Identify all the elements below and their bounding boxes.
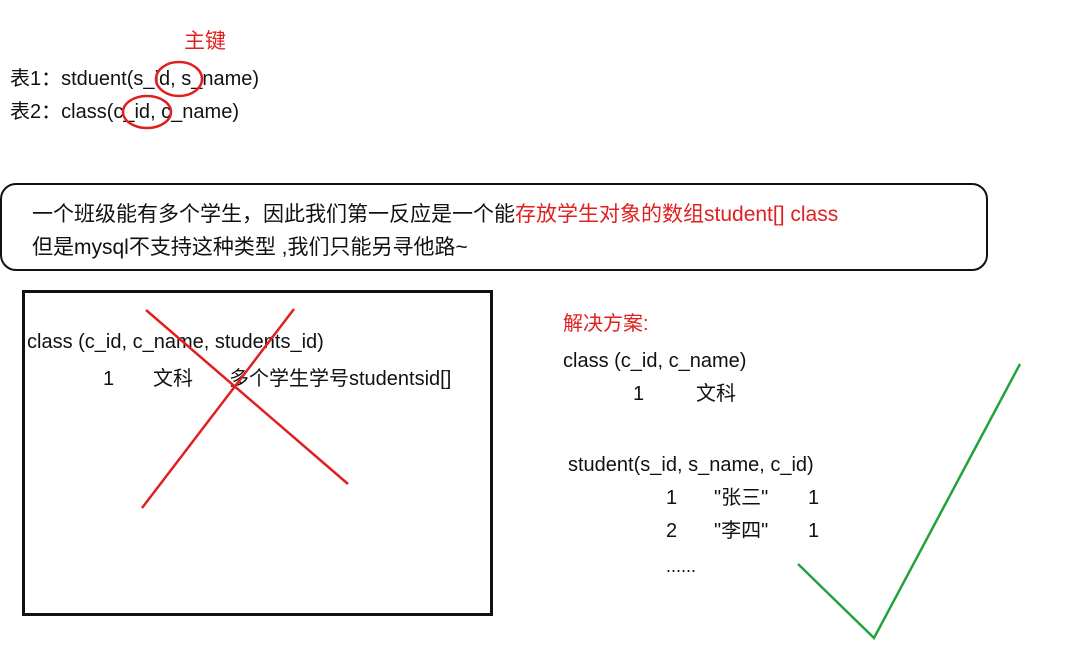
annotation-overlay [121, 60, 1022, 641]
check-mark [797, 363, 1022, 641]
cross-mark-stroke [141, 308, 295, 509]
primary-key-circle-c-id [121, 94, 173, 130]
cross-mark-stroke [145, 309, 349, 485]
primary-key-circle-s-id [154, 60, 204, 98]
